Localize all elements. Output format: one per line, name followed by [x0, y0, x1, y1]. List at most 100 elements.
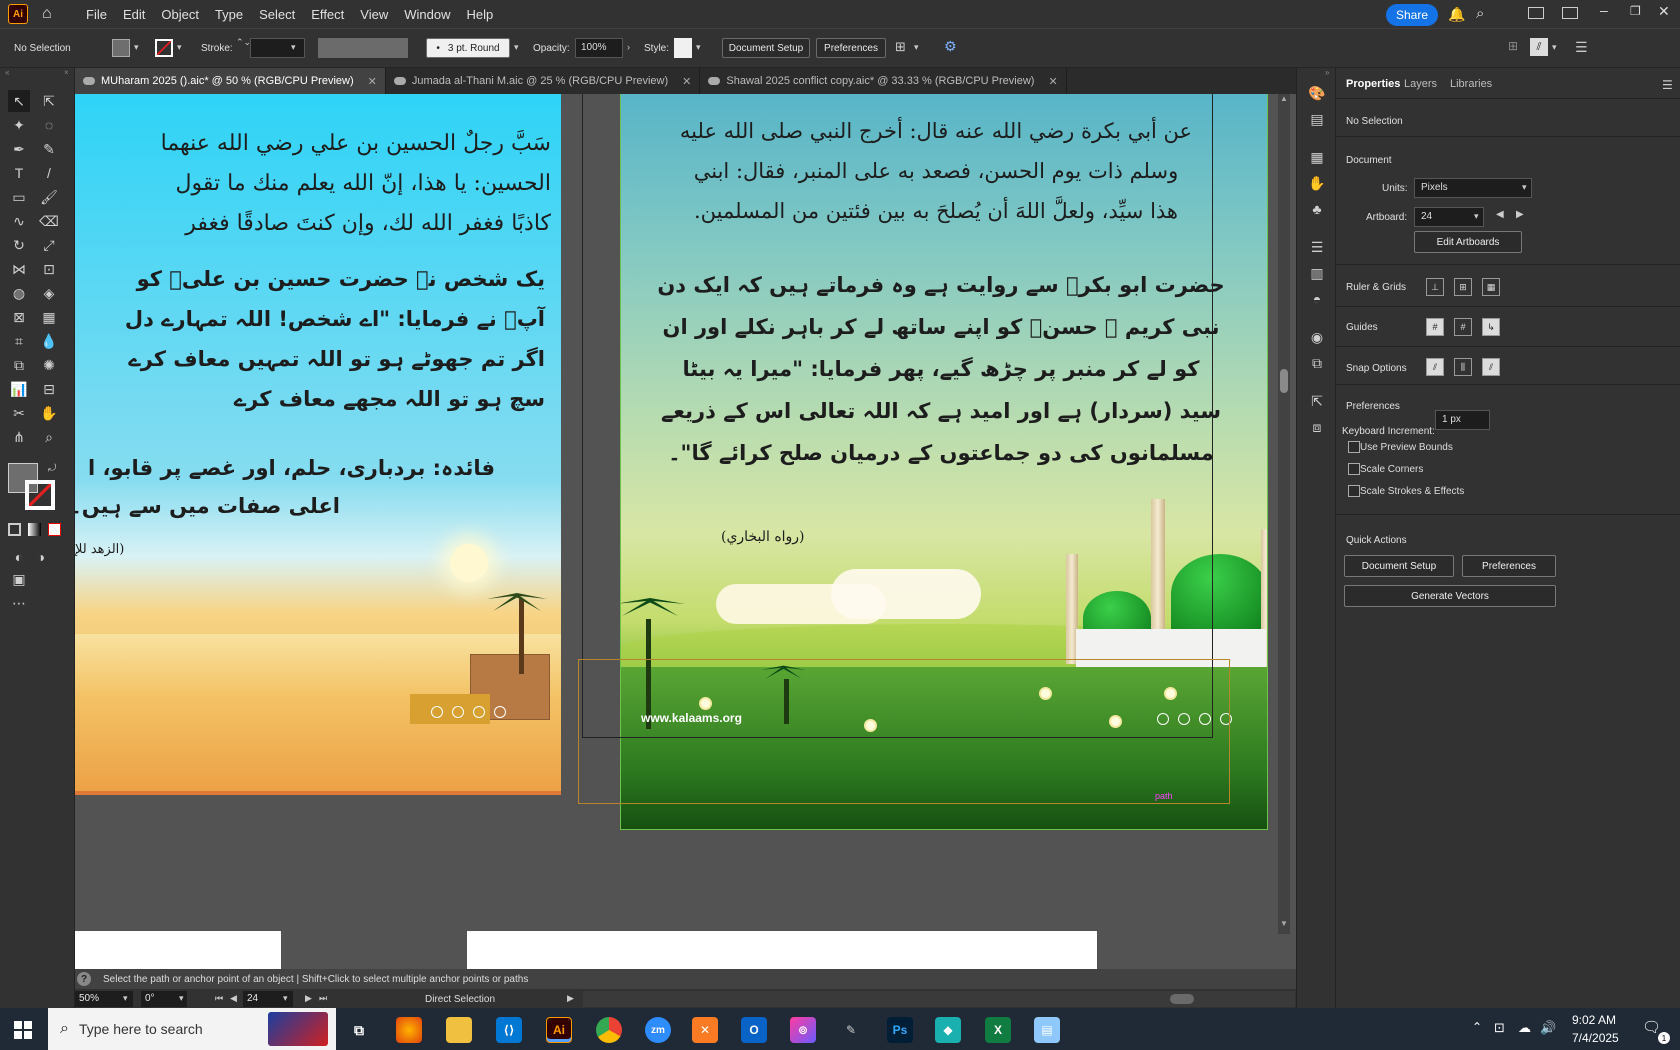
swatches-icon[interactable]: ▦	[1307, 148, 1327, 166]
chevron-down-icon[interactable]: ▾	[179, 993, 184, 1004]
zoom-icon[interactable]: zm	[645, 1017, 671, 1043]
preferences-button[interactable]: Preferences	[816, 38, 886, 58]
brushes-icon[interactable]: ✋	[1307, 174, 1327, 192]
task-view-icon[interactable]: ⧉	[346, 1017, 372, 1043]
hand-tool-icon[interactable]: ✋	[38, 402, 60, 424]
grid-icon[interactable]: ⊞	[1454, 278, 1472, 296]
artboard-tool-icon[interactable]: ⊟	[38, 378, 60, 400]
chevron-down-icon[interactable]: ▾	[1522, 182, 1527, 193]
panel-menu-icon[interactable]: ☰	[1575, 39, 1588, 56]
stroke-panel-icon[interactable]: ☰	[1307, 238, 1327, 256]
blend-tool-icon[interactable]: ⧉	[8, 354, 30, 376]
close-icon[interactable]: ✕	[682, 75, 691, 88]
brush-definition[interactable]: • 3 pt. Round	[426, 38, 510, 58]
width-tool-icon[interactable]: ⋈	[8, 258, 30, 280]
menu-type[interactable]: Type	[207, 7, 251, 22]
xampp-icon[interactable]: ✕	[692, 1017, 718, 1043]
zoom-tool-icon[interactable]: ⌕	[38, 426, 60, 448]
menu-view[interactable]: View	[352, 7, 396, 22]
menu-select[interactable]: Select	[251, 7, 303, 22]
type-tool-icon[interactable]: T	[8, 162, 30, 184]
clock-date[interactable]: 7/4/2025	[1572, 1031, 1619, 1045]
graphic-styles-icon[interactable]: ⧉	[1307, 354, 1327, 372]
chevron-down-icon[interactable]: ▾	[514, 42, 519, 53]
next-artboard-icon[interactable]: ▶	[1516, 209, 1524, 220]
draw-behind-icon[interactable]: ◑	[30, 546, 52, 568]
magic-wand-icon[interactable]: ✦	[8, 114, 30, 136]
share-button[interactable]: Share	[1386, 4, 1438, 26]
symbols-icon[interactable]: ♣	[1307, 200, 1327, 218]
lasso-icon[interactable]: ◌	[38, 114, 60, 136]
pen-tool-icon[interactable]: ✒	[8, 138, 30, 160]
screen-mode-icon[interactable]: ▣	[8, 568, 30, 590]
curvature-tool-icon[interactable]: ✎	[38, 138, 60, 160]
eraser-icon[interactable]: ⌫	[38, 210, 60, 232]
ruler-icon[interactable]: ⊥	[1426, 278, 1444, 296]
clock-time[interactable]: 9:02 AM	[1572, 1013, 1616, 1027]
search-icon[interactable]: ⌕	[1476, 5, 1484, 22]
menu-help[interactable]: Help	[458, 7, 501, 22]
more-tools-icon[interactable]: ⋯	[8, 592, 30, 614]
live-paint-icon[interactable]: ◈	[38, 282, 60, 304]
chrome-icon[interactable]	[596, 1017, 622, 1043]
snap-point-icon[interactable]: ⫽	[1426, 358, 1444, 376]
rectangle-tool-icon[interactable]: ▭	[8, 186, 30, 208]
tab-properties[interactable]: Properties	[1346, 78, 1400, 90]
scale-tool-icon[interactable]: ⤢	[38, 234, 60, 256]
taskbar-search-box[interactable]: ⌕ Type here to search	[48, 1008, 336, 1050]
artboard-muharam[interactable]: سَبَّ رجلٌ الحسين بن علي رضي الله عنهما …	[75, 94, 561, 795]
paintbrush-icon[interactable]: 🖌	[38, 186, 60, 208]
document-setup-button[interactable]: Document Setup	[722, 38, 810, 58]
pen-app-icon[interactable]: ✎	[838, 1017, 864, 1043]
chevron-down-icon[interactable]: ▾	[914, 42, 919, 53]
tab-shawal[interactable]: Shawal 2025 conflict copy.aic* @ 33.33 %…	[700, 68, 1067, 94]
image-trace-icon[interactable]: ▤	[1307, 110, 1327, 128]
close-icon[interactable]: ✕	[1048, 75, 1057, 88]
shape-builder-icon[interactable]: ◍	[8, 282, 30, 304]
menu-object[interactable]: Object	[153, 7, 207, 22]
menu-edit[interactable]: Edit	[115, 7, 153, 22]
export-icon[interactable]: ⇱	[1307, 392, 1327, 410]
wifi-icon[interactable]: ☁	[1518, 1020, 1531, 1036]
artboard-preview[interactable]	[467, 931, 1097, 969]
chevron-down-icon[interactable]: ▼	[1280, 919, 1288, 928]
none-mode-icon[interactable]	[48, 523, 61, 536]
artboard-preview[interactable]	[75, 931, 281, 969]
generate-vectors-button[interactable]: Generate Vectors	[1344, 585, 1556, 607]
grid-icon[interactable]: ⊞	[1508, 39, 1518, 53]
direct-selection-tool-icon[interactable]: ⇱	[38, 90, 60, 112]
menu-file[interactable]: File	[78, 7, 115, 22]
align-icon[interactable]: ⊞	[895, 39, 906, 55]
artboards-panel-icon[interactable]: ⧈	[1307, 418, 1327, 436]
last-artboard-icon[interactable]: ⏭	[319, 993, 327, 1004]
gradient-tool-icon[interactable]: ▦	[38, 306, 60, 328]
snap-pixel-icon[interactable]: ⫽	[1482, 358, 1500, 376]
chevron-up-icon[interactable]: ▲	[1280, 94, 1288, 103]
variable-width-profile[interactable]	[318, 38, 408, 58]
stepper-icon[interactable]: ⌃⌄	[236, 37, 251, 48]
chevron-down-icon[interactable]: ▾	[291, 42, 296, 53]
outlook-icon[interactable]: O	[741, 1017, 767, 1043]
previous-artboard-icon[interactable]: ◀	[1496, 209, 1504, 220]
tab-libraries[interactable]: Libraries	[1450, 78, 1492, 90]
photoshop-icon[interactable]: Ps	[887, 1017, 913, 1043]
rotate-tool-icon[interactable]: ↻	[8, 234, 30, 256]
next-artboard-icon[interactable]: ▶	[305, 993, 312, 1004]
menu-effect[interactable]: Effect	[303, 7, 352, 22]
excel-icon[interactable]: X	[985, 1017, 1011, 1043]
preferences-button[interactable]: Preferences	[1462, 555, 1556, 577]
perspective-grid-icon[interactable]: ⊠	[8, 306, 30, 328]
appearance-icon[interactable]: ◉	[1307, 328, 1327, 346]
stroke-color-swatch[interactable]	[25, 480, 55, 510]
chevron-down-icon[interactable]: ▾	[283, 993, 288, 1004]
smart-guides-icon[interactable]: ↳	[1482, 318, 1500, 336]
chevron-down-icon[interactable]: ▾	[696, 42, 701, 53]
restore-icon[interactable]: ❐	[1630, 4, 1641, 18]
edit-artboards-button[interactable]: Edit Artboards	[1414, 231, 1522, 253]
scale-corners-checkbox[interactable]	[1348, 463, 1360, 475]
chevron-right-icon[interactable]: ›	[627, 42, 630, 52]
previous-artboard-icon[interactable]: ◀	[230, 993, 237, 1004]
shaper-tool-icon[interactable]: ∿	[8, 210, 30, 232]
menu-window[interactable]: Window	[396, 7, 458, 22]
puppet-warp-icon[interactable]: ⋔	[8, 426, 30, 448]
